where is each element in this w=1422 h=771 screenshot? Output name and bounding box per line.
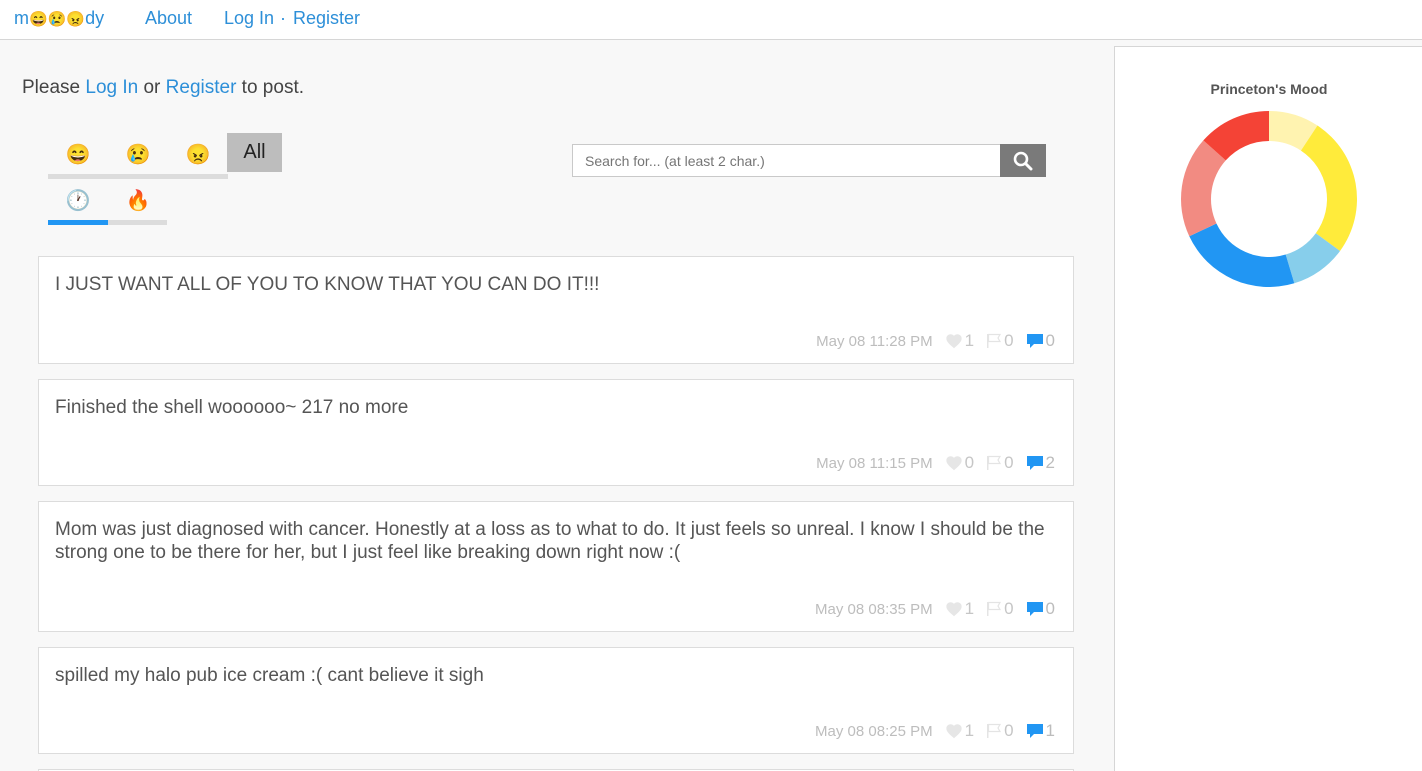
clock-icon: 🕐 [65, 189, 91, 212]
flag-count: 0 [1004, 453, 1014, 472]
post-meta: May 08 08:25 PM 1 0 1 [815, 721, 1055, 741]
flag-count: 0 [1004, 599, 1014, 618]
notice-prefix: Please [22, 77, 86, 98]
post-meta: May 08 11:28 PM 1 0 0 [816, 331, 1055, 351]
sort-hot-tab[interactable]: 🔥 [108, 177, 168, 223]
sad-emoji-icon: 😢 [125, 143, 151, 166]
filter-sad-tab[interactable]: 😢 [108, 131, 168, 177]
post-text: I JUST WANT ALL OF YOU TO KNOW THAT YOU … [55, 274, 600, 295]
post-timestamp: May 08 11:15 PM [816, 454, 933, 472]
notice-login-link[interactable]: Log In [85, 77, 138, 98]
search-input[interactable] [572, 144, 1001, 177]
comment-icon[interactable] [1026, 601, 1044, 617]
post-card: spilled my halo pub ice cream :( cant be… [38, 647, 1074, 754]
search-button[interactable] [1000, 144, 1046, 177]
register-link[interactable]: Register [293, 8, 360, 29]
mood-sidepanel: Princeton's Mood [1114, 46, 1422, 771]
sad-emoji-icon: 😢 [47, 11, 67, 28]
post-card: Finished the shell woooooo~ 217 no more … [38, 379, 1074, 486]
login-notice: Please Log In or Register to post. [22, 77, 304, 99]
comment-icon[interactable] [1026, 333, 1044, 349]
comment-icon[interactable] [1026, 723, 1044, 739]
happy-emoji-icon: 😄 [29, 11, 48, 28]
comment-count: 1 [1045, 721, 1055, 740]
like-count: 1 [964, 331, 975, 350]
heart-icon[interactable] [945, 723, 963, 739]
heart-icon[interactable] [945, 333, 963, 349]
like-count: 1 [964, 721, 975, 740]
brand-prefix: m [14, 8, 29, 28]
post-card: Mom was just diagnosed with cancer. Hone… [38, 501, 1074, 632]
comment-count: 0 [1045, 331, 1055, 350]
flag-icon[interactable] [986, 601, 1002, 617]
comment-count: 0 [1045, 599, 1055, 618]
brand-logo[interactable]: m😄😢😠dy [14, 8, 104, 29]
happy-emoji-icon: 😄 [65, 143, 91, 166]
like-count: 0 [964, 453, 975, 472]
fire-icon: 🔥 [125, 189, 151, 212]
post-timestamp: May 08 11:28 PM [816, 332, 933, 350]
flag-icon[interactable] [986, 455, 1002, 471]
flag-icon[interactable] [986, 333, 1002, 349]
notice-middle: or [138, 77, 166, 98]
post-timestamp: May 08 08:35 PM [815, 600, 933, 618]
comment-icon[interactable] [1026, 455, 1044, 471]
post-meta: May 08 11:15 PM 0 0 2 [816, 453, 1055, 473]
angry-emoji-icon: 😠 [185, 143, 211, 166]
mood-slice-3 [1189, 223, 1295, 287]
flag-count: 0 [1004, 721, 1014, 740]
post-text: Mom was just diagnosed with cancer. Hone… [55, 519, 1045, 563]
notice-register-link[interactable]: Register [166, 77, 237, 98]
login-link[interactable]: Log In [224, 8, 274, 29]
about-link[interactable]: About [145, 8, 192, 29]
comment-count: 2 [1045, 453, 1055, 472]
mood-donut-chart [1181, 111, 1357, 287]
filter-angry-tab[interactable]: 😠 [168, 131, 228, 177]
like-count: 1 [964, 599, 975, 618]
heart-icon[interactable] [945, 601, 963, 617]
brand-suffix: dy [85, 8, 105, 28]
heart-icon[interactable] [945, 455, 963, 471]
flag-icon[interactable] [986, 723, 1002, 739]
sort-active-indicator [48, 220, 108, 225]
top-nav: m😄😢😠dy About Log In · Register [0, 0, 1422, 40]
sort-recent-tab[interactable]: 🕐 [48, 177, 108, 223]
notice-suffix: to post. [236, 77, 305, 98]
mood-slice-1 [1300, 125, 1357, 251]
post-card: I JUST WANT ALL OF YOU TO KNOW THAT YOU … [38, 256, 1074, 364]
chart-title: Princeton's Mood [1210, 81, 1328, 97]
filter-all-button[interactable]: All [227, 133, 282, 172]
angry-emoji-icon: 😠 [66, 11, 86, 28]
post-text: Finished the shell woooooo~ 217 no more [55, 397, 409, 418]
nav-separator: · [280, 8, 286, 28]
search-icon [1013, 151, 1033, 170]
post-text: spilled my halo pub ice cream :( cant be… [55, 665, 484, 686]
flag-count: 0 [1004, 331, 1014, 350]
mood-slice-4 [1181, 140, 1226, 237]
post-timestamp: May 08 08:25 PM [815, 722, 933, 740]
filter-happy-tab[interactable]: 😄 [48, 131, 108, 177]
post-meta: May 08 08:35 PM 1 0 0 [815, 599, 1055, 619]
